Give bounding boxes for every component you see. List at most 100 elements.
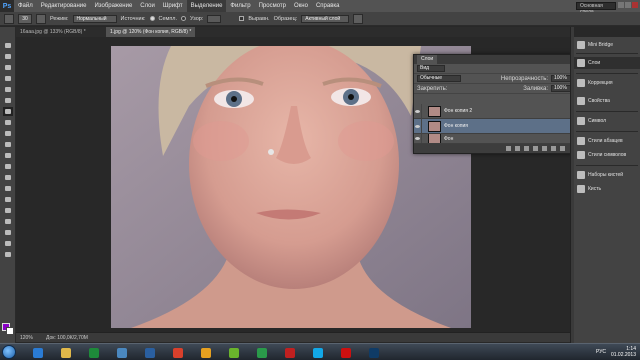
tools-panel — [0, 27, 16, 343]
panel-adjustments[interactable]: Коррекция — [574, 77, 640, 89]
z-app-icon[interactable] — [282, 346, 298, 359]
photoshop-icon[interactable] — [366, 346, 382, 359]
panel-brush-presets[interactable]: Наборы кистей — [574, 169, 640, 181]
aligned-checkbox[interactable] — [239, 16, 245, 21]
panel-mini-bridge[interactable]: Mini Bridge — [574, 39, 640, 51]
clone-source-icon[interactable] — [36, 13, 46, 24]
adjustment-layer-icon[interactable] — [533, 146, 538, 151]
marquee-tool-icon[interactable] — [3, 52, 13, 61]
background-color-swatch[interactable] — [6, 327, 14, 335]
opera-icon[interactable] — [338, 346, 354, 359]
zoom-tool-icon[interactable] — [3, 250, 13, 259]
brush-size-picker[interactable]: 30 — [18, 13, 32, 24]
monitor-icon[interactable] — [114, 346, 130, 359]
layer-style-icon[interactable] — [515, 146, 520, 151]
menu-type[interactable]: Шрифт — [159, 0, 187, 12]
healing-brush-tool-icon[interactable] — [4, 13, 14, 24]
type-tool-icon[interactable] — [3, 206, 13, 215]
crop-tool-icon[interactable] — [3, 85, 13, 94]
pen-tool-icon[interactable] — [3, 195, 13, 204]
visibility-eye-icon[interactable] — [414, 103, 422, 119]
menu-select[interactable]: Выделение — [186, 0, 227, 12]
ignore-adjustment-icon[interactable] — [353, 13, 364, 24]
history-brush-tool-icon[interactable] — [3, 140, 13, 149]
link-layers-icon[interactable] — [506, 146, 511, 151]
layer-filter-select[interactable]: Вид — [417, 65, 445, 72]
doc-size: Док: 100,0К/2,70М — [46, 335, 88, 341]
opacity-label: Непрозрачность: — [500, 75, 548, 82]
start-button[interactable] — [2, 345, 16, 359]
healing-brush-tool-icon[interactable] — [3, 107, 13, 116]
explorer-icon[interactable] — [58, 346, 74, 359]
system-clock[interactable]: 1:14 01.02.2013 — [611, 346, 636, 358]
menu-view[interactable]: Просмотр — [255, 0, 290, 12]
lasso-tool-icon[interactable] — [3, 63, 13, 72]
menu-window[interactable]: Окно — [290, 0, 312, 12]
menu-edit[interactable]: Редактирование — [37, 0, 91, 12]
opacity-input[interactable]: 100% — [551, 75, 571, 82]
clone-stamp-tool-icon[interactable] — [3, 129, 13, 138]
winamp-icon[interactable] — [198, 346, 214, 359]
delete-layer-icon[interactable] — [560, 146, 565, 151]
skype-icon[interactable] — [310, 346, 326, 359]
new-group-icon[interactable] — [542, 146, 547, 151]
fill-input[interactable]: 100% — [551, 85, 571, 92]
menu-filter[interactable]: Фильтр — [226, 0, 254, 12]
dodge-tool-icon[interactable] — [3, 184, 13, 193]
hand-tool-icon[interactable] — [3, 239, 13, 248]
brush-tool-icon[interactable] — [3, 118, 13, 127]
chrome-icon[interactable] — [170, 346, 186, 359]
photoshop-logo-icon[interactable]: Ps — [0, 0, 14, 12]
sample-label: Образец: — [273, 15, 298, 22]
panel-character-styles[interactable]: Стили символов — [574, 149, 640, 161]
panel-brush[interactable]: Кисть — [574, 183, 640, 195]
excel-icon[interactable] — [86, 346, 102, 359]
move-tool-icon[interactable] — [3, 41, 13, 50]
mediaplayer-icon[interactable] — [142, 346, 158, 359]
mail-icon[interactable] — [254, 346, 270, 359]
sample-select[interactable]: Активный слой — [301, 14, 350, 23]
eyedropper-tool-icon[interactable] — [3, 96, 13, 105]
panel-layers[interactable]: Слои — [574, 57, 640, 69]
quick-select-tool-icon[interactable] — [3, 74, 13, 83]
ie-icon[interactable] — [30, 346, 46, 359]
menu-help[interactable]: Справка — [312, 0, 344, 12]
layer-row-fon[interactable]: Фон — [414, 134, 571, 144]
mode-select[interactable]: Нормальный — [72, 14, 117, 23]
new-layer-icon[interactable] — [551, 146, 556, 151]
menu-file[interactable]: Файл — [14, 0, 37, 12]
layer-row-fon-kopiya-2[interactable]: Фон копия 2 — [414, 103, 571, 119]
tab-1jpg[interactable]: 1.jpg @ 120% (Фон копия, RGB/8) * — [106, 27, 196, 37]
lock-label: Закрепить: — [417, 85, 448, 92]
panel-properties[interactable]: Свойства — [574, 95, 640, 107]
shape-tool-icon[interactable] — [3, 228, 13, 237]
workspace-switcher[interactable]: Основная среда — [576, 2, 616, 15]
menu-layers[interactable]: Слои — [136, 0, 159, 12]
visibility-eye-icon[interactable] — [414, 134, 422, 143]
blend-mode-select[interactable]: Обычные — [417, 75, 461, 82]
pattern-select[interactable] — [207, 14, 222, 23]
blur-tool-icon[interactable] — [3, 173, 13, 182]
layer-row-fon-kopiya[interactable]: Фон копия — [414, 118, 571, 134]
utorrent-icon[interactable] — [226, 346, 242, 359]
eraser-tool-icon[interactable] — [3, 151, 13, 160]
zoom-level[interactable]: 120% — [20, 333, 33, 343]
source-sampled-radio[interactable] — [149, 16, 155, 21]
layers-panel: Слои Вид Обычные Непрозрачность: 100% За… — [413, 54, 572, 154]
gradient-tool-icon[interactable] — [3, 162, 13, 171]
layers-tab[interactable]: Слои — [417, 55, 438, 64]
close-icon[interactable] — [632, 2, 638, 8]
path-select-tool-icon[interactable] — [3, 217, 13, 226]
brush-icon — [577, 185, 585, 193]
menu-image[interactable]: Изображение — [90, 0, 136, 12]
language-indicator[interactable]: РУС — [596, 349, 606, 355]
panel-paragraph-styles[interactable]: Стили абзацев — [574, 135, 640, 147]
panel-character[interactable]: Символ — [574, 115, 640, 127]
minimize-icon[interactable] — [618, 2, 624, 8]
tab-16aaa[interactable]: 16aaa.jpg @ 133% (RGB/8) * — [16, 27, 90, 37]
source-pattern-radio[interactable] — [181, 16, 187, 21]
visibility-eye-icon[interactable] — [414, 118, 422, 134]
options-bar: 30 Режим: Нормальный Источник: Семпл. Уз… — [0, 12, 640, 26]
layer-mask-icon[interactable] — [524, 146, 529, 151]
maximize-icon[interactable] — [625, 2, 631, 8]
